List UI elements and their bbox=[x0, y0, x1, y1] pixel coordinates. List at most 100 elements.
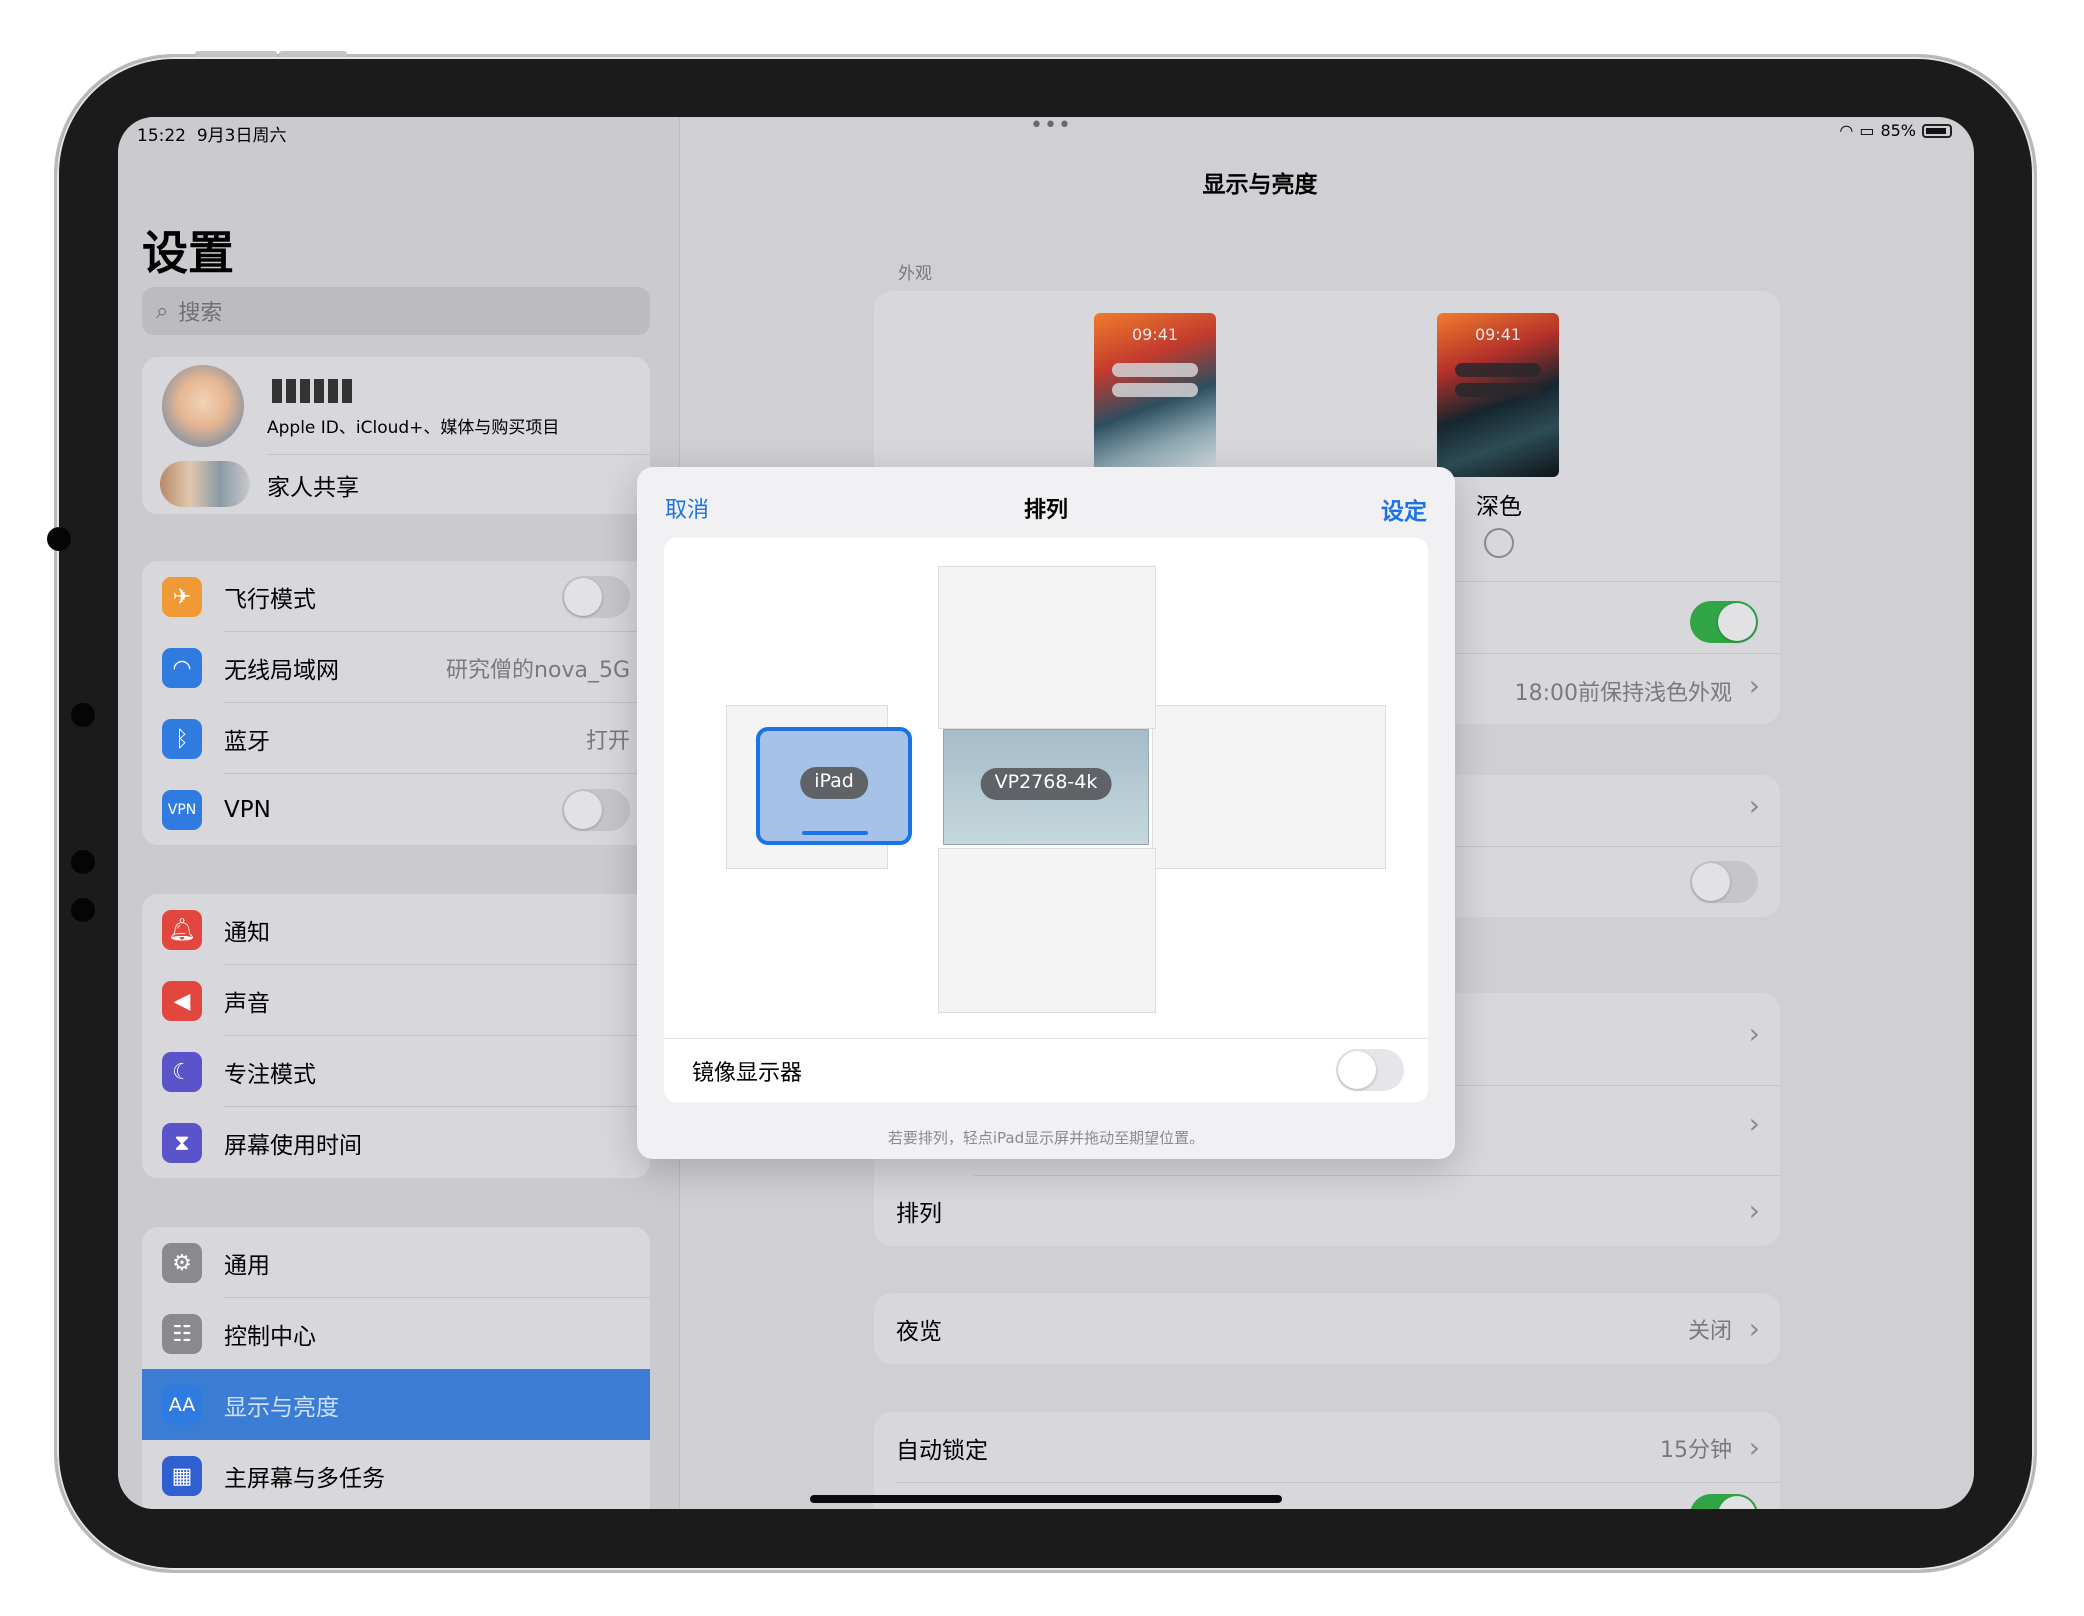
screen-mirroring-icon: ▭ bbox=[1859, 121, 1875, 140]
dialog-footer-hint: 若要排列，轻点iPad显示屏并拖动至期望位置。 bbox=[887, 1129, 1205, 1147]
sidebar-item-notifications[interactable]: 🔔︎ 通知 bbox=[142, 894, 650, 965]
sidebar-item-label: 飞行模式 bbox=[224, 586, 316, 613]
pencil-dot bbox=[71, 703, 95, 727]
status-indicators: ◠ ▭ 85% bbox=[1839, 121, 1952, 140]
menu-bar-indicator[interactable] bbox=[802, 831, 868, 835]
wifi-status-icon: ◠ bbox=[1839, 121, 1854, 140]
speaker-icon: ◀︎ bbox=[162, 981, 202, 1021]
vpn-toggle[interactable] bbox=[562, 788, 630, 831]
sidebar-item-bluetooth[interactable]: ᛒ 蓝牙 打开 bbox=[142, 703, 650, 774]
account-name-redacted bbox=[272, 379, 354, 403]
chevron-right-icon: › bbox=[1748, 1312, 1760, 1345]
display-arrangement-canvas[interactable]: VP2768-4k iPad bbox=[664, 538, 1428, 1038]
battery-icon bbox=[1922, 123, 1952, 138]
search-input[interactable]: ⌕ 搜索 bbox=[142, 287, 650, 335]
sidebar-item-home-screen[interactable]: ▦ 主屏幕与多任务 bbox=[142, 1440, 650, 1509]
chevron-right-icon[interactable]: › bbox=[1749, 1017, 1760, 1050]
bluetooth-value: 打开 bbox=[585, 728, 630, 754]
pencil-dot bbox=[71, 898, 95, 922]
alerts-group: 🔔︎ 通知 ◀︎ 声音 ☾ 专注模式 ⧗ 屏幕使用时间 bbox=[142, 894, 650, 1178]
auto-lock-label: 自动锁定 bbox=[896, 1437, 988, 1464]
sidebar-item-label: 专注模式 bbox=[224, 1061, 316, 1088]
gear-icon: ⚙ bbox=[162, 1243, 202, 1283]
network-group: ✈ 飞行模式 ◠ 无线局域网 研究僧的nova_5G ᛒ 蓝牙 打开 VPN V… bbox=[142, 561, 650, 845]
wifi-icon: ◠ bbox=[162, 648, 202, 688]
auto-lock-row[interactable]: 自动锁定 15分钟 › bbox=[874, 1412, 1780, 1483]
bell-icon: 🔔︎ bbox=[162, 910, 202, 950]
sidebar-item-label: 主屏幕与多任务 bbox=[224, 1465, 385, 1492]
chevron-right-icon: › bbox=[1748, 669, 1760, 702]
switches-icon: ☷ bbox=[162, 1314, 202, 1354]
family-sharing-row[interactable]: 家人共享 bbox=[142, 455, 650, 514]
mirror-display-toggle[interactable] bbox=[1336, 1049, 1404, 1091]
sidebar-title: 设置 bbox=[142, 226, 234, 280]
sidebar-item-label: 通用 bbox=[224, 1252, 270, 1279]
dark-appearance-preview[interactable]: 09:41 bbox=[1437, 313, 1559, 477]
family-avatars bbox=[160, 461, 250, 507]
appearance-options-value: 18:00前保持浅色外观 bbox=[1514, 681, 1732, 706]
sidebar-item-label: 控制中心 bbox=[224, 1323, 316, 1350]
multitask-dots[interactable]: ••• bbox=[1030, 117, 1072, 138]
sidebar-item-vpn[interactable]: VPN VPN bbox=[142, 774, 650, 845]
arrange-dialog: 取消 排列 设定 VP2768-4k iPad 镜像显示器 若要排列，轻点iPa… bbox=[637, 467, 1455, 1159]
bluetooth-icon: ᛒ bbox=[162, 719, 202, 759]
page-title: 显示与亮度 bbox=[1202, 172, 1318, 198]
family-sharing-label: 家人共享 bbox=[267, 474, 359, 501]
pencil-dot bbox=[71, 850, 95, 874]
sidebar-item-label: 声音 bbox=[224, 990, 270, 1017]
status-time: 15:22 9月3日周六 bbox=[137, 126, 287, 146]
arrange-row[interactable]: 排列 › bbox=[874, 1175, 1780, 1246]
sidebar-item-screen-time[interactable]: ⧗ 屏幕使用时间 bbox=[142, 1107, 650, 1178]
chevron-right-icon[interactable]: › bbox=[1749, 1107, 1760, 1140]
dark-radio[interactable] bbox=[1484, 528, 1514, 558]
sidebar-item-label: 通知 bbox=[224, 919, 270, 946]
ipad-display-label: iPad bbox=[800, 767, 868, 799]
mirror-display-label: 镜像显示器 bbox=[692, 1061, 803, 1086]
moon-icon: ☾ bbox=[162, 1052, 202, 1092]
chevron-right-icon: › bbox=[1748, 1194, 1760, 1227]
battery-percent: 85% bbox=[1880, 121, 1916, 140]
sidebar-item-general[interactable]: ⚙ 通用 bbox=[142, 1227, 650, 1298]
lock-unlock-toggle[interactable] bbox=[1690, 1494, 1758, 1509]
ipad-display-tile[interactable]: iPad bbox=[756, 727, 912, 845]
night-shift-label: 夜览 bbox=[896, 1318, 942, 1345]
sidebar-item-label: VPN bbox=[224, 796, 271, 823]
slot-top bbox=[938, 566, 1156, 729]
night-shift-row[interactable]: 夜览 关闭 › bbox=[874, 1293, 1780, 1364]
slot-bottom bbox=[938, 848, 1156, 1013]
sidebar-item-sounds[interactable]: ◀︎ 声音 bbox=[142, 965, 650, 1036]
night-shift-value: 关闭 bbox=[1687, 1318, 1732, 1344]
sidebar-item-airplane-mode[interactable]: ✈ 飞行模式 bbox=[142, 561, 650, 632]
sidebar-item-label: 显示与亮度 bbox=[224, 1394, 339, 1421]
sidebar-item-wifi[interactable]: ◠ 无线局域网 研究僧的nova_5G bbox=[142, 632, 650, 703]
search-placeholder: 搜索 bbox=[178, 301, 223, 326]
apple-id-row[interactable]: Apple ID、iCloud+、媒体与购买项目 bbox=[142, 357, 650, 455]
avatar bbox=[162, 365, 244, 447]
chevron-right-icon[interactable]: › bbox=[1749, 789, 1760, 822]
volume-button bbox=[279, 51, 347, 57]
preview-time: 09:41 bbox=[1474, 325, 1522, 344]
sidebar-item-display-brightness[interactable]: AA 显示与亮度 bbox=[142, 1369, 650, 1440]
sidebar-item-control-center[interactable]: ☷ 控制中心 bbox=[142, 1298, 650, 1369]
text-size-icon: AA bbox=[162, 1385, 202, 1425]
done-button[interactable]: 设定 bbox=[1381, 492, 1427, 526]
apple-id-subtitle: Apple ID、iCloud+、媒体与购买项目 bbox=[267, 418, 560, 438]
light-appearance-preview[interactable]: 09:41 bbox=[1094, 313, 1216, 477]
wifi-value: 研究僧的nova_5G bbox=[446, 657, 630, 683]
airplane-icon: ✈ bbox=[162, 577, 202, 617]
external-display-label: VP2768-4k bbox=[980, 768, 1112, 800]
external-display-tile[interactable]: VP2768-4k bbox=[943, 729, 1149, 845]
home-indicator[interactable] bbox=[810, 1495, 1282, 1503]
automatic-toggle[interactable] bbox=[1690, 601, 1758, 643]
sidebar-item-label: 屏幕使用时间 bbox=[224, 1132, 362, 1159]
sidebar-item-label: 蓝牙 bbox=[224, 728, 270, 755]
airplane-mode-toggle[interactable] bbox=[562, 575, 630, 618]
dialog-title: 排列 bbox=[1023, 498, 1068, 523]
appearance-header: 外观 bbox=[898, 264, 932, 284]
sidebar-item-label: 无线局域网 bbox=[224, 657, 339, 684]
chevron-right-icon: › bbox=[1748, 1431, 1760, 1464]
sidebar-item-focus[interactable]: ☾ 专注模式 bbox=[142, 1036, 650, 1107]
hourglass-icon: ⧗ bbox=[162, 1123, 202, 1163]
bold-text-toggle[interactable] bbox=[1690, 861, 1758, 903]
camera-dot bbox=[47, 527, 71, 551]
